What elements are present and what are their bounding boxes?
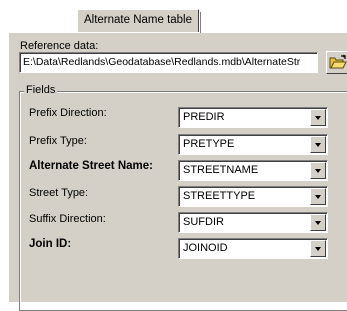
street-type-value: STREETTYPE (183, 190, 256, 202)
prefix-type-label: Prefix Type: (29, 135, 87, 147)
alternate-street-name-select[interactable]: STREETNAME (178, 160, 328, 181)
reference-data-value: E:\Data\Redlands\Geodatabase\Redlands.md… (23, 56, 301, 68)
suffix-direction-select[interactable]: SUFDIR (178, 212, 328, 233)
reference-data-label: Reference data: (20, 40, 99, 52)
join-id-label: Join ID: (29, 238, 72, 250)
chevron-down-icon[interactable] (310, 136, 326, 153)
reference-data-input[interactable]: E:\Data\Redlands\Geodatabase\Redlands.md… (19, 52, 318, 73)
suffix-direction-value: SUFDIR (183, 216, 224, 228)
alternate-street-name-label: Alternate Street Name: (29, 160, 153, 172)
chevron-down-icon[interactable] (310, 162, 326, 179)
chevron-down-icon[interactable] (310, 214, 326, 231)
prefix-direction-select[interactable]: PREDIR (178, 107, 328, 128)
join-id-select[interactable]: JOINOID (178, 238, 328, 259)
suffix-direction-label: Suffix Direction: (29, 213, 106, 225)
prefix-type-select[interactable]: PRETYPE (178, 134, 328, 155)
street-type-select[interactable]: STREETTYPE (178, 186, 328, 207)
chevron-down-icon[interactable] (310, 109, 326, 126)
chevron-down-icon[interactable] (310, 188, 326, 205)
street-type-label: Street Type: (29, 187, 89, 199)
chevron-down-icon[interactable] (310, 240, 326, 257)
browse-button[interactable] (326, 51, 347, 74)
tab-alternate-name-table[interactable]: Alternate Name table (77, 9, 201, 33)
prefix-direction-value: PREDIR (183, 111, 225, 123)
fields-group-label: Fields (24, 84, 58, 96)
join-id-value: JOINOID (183, 242, 228, 254)
folder-open-icon (329, 54, 347, 69)
prefix-type-value: PRETYPE (183, 138, 235, 150)
tab-label: Alternate Name table (83, 14, 193, 26)
prefix-direction-label: Prefix Direction: (29, 107, 107, 119)
alternate-street-name-value: STREETNAME (183, 164, 259, 176)
